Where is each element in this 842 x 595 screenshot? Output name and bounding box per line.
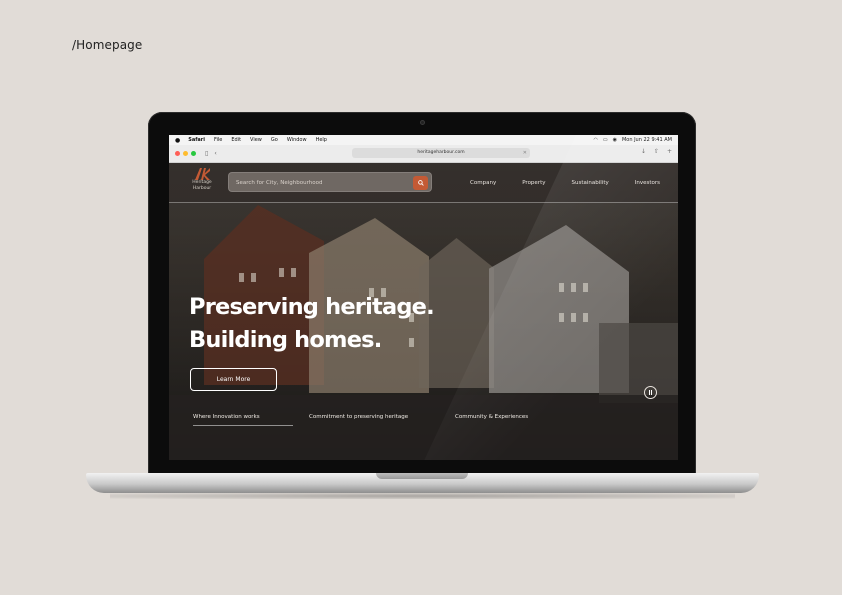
wifi-icon[interactable]: ◠ (593, 137, 597, 143)
nav-sustainability[interactable]: Sustainability (571, 180, 608, 186)
menu-help[interactable]: Help (316, 137, 327, 143)
laptop-screen: ● Safari File Edit View Go Window Help ◠… (169, 135, 678, 460)
hero-ship (599, 323, 678, 403)
menu-file[interactable]: File (214, 137, 222, 143)
search-button[interactable] (413, 176, 428, 190)
user-icon[interactable]: ◉ (613, 137, 617, 143)
laptop-shadow (110, 493, 735, 499)
logo-mark-icon (195, 168, 210, 180)
website: Heritage Harbour Company Property S (169, 163, 678, 460)
pause-icon (648, 390, 650, 395)
hero-tabs: Where Innovation works Commitment to pre… (169, 414, 678, 428)
clear-url-icon[interactable]: ✕ (523, 148, 527, 158)
search-bar (228, 172, 432, 193)
zoom-window-button[interactable] (191, 151, 196, 156)
download-icon[interactable]: ↓ (641, 148, 646, 155)
menu-go[interactable]: Go (271, 137, 278, 143)
browser-toolbar: ▯ ‹ heritageharbour.com ✕ ↓ ⇧ + (169, 145, 678, 163)
new-tab-icon[interactable]: + (667, 148, 672, 155)
status-area: ◠ ▭ ◉ Mon Jun 22 9:41 AM (593, 137, 672, 143)
pause-button[interactable] (644, 386, 657, 399)
logo[interactable]: Heritage Harbour (187, 168, 217, 192)
tab-innovation[interactable]: Where Innovation works (193, 414, 260, 420)
menu-view[interactable]: View (250, 137, 262, 143)
laptop-lid: ● Safari File Edit View Go Window Help ◠… (148, 112, 696, 474)
tab-heritage[interactable]: Commitment to preserving heritage (309, 414, 408, 420)
hero-title: Preserving heritage. Building homes. (189, 291, 435, 357)
menu-bar: ● Safari File Edit View Go Window Help ◠… (169, 135, 678, 145)
hero-title-line1: Preserving heritage. (189, 294, 435, 320)
nav-links: Company Property Sustainability Investor… (444, 180, 660, 186)
camera (420, 120, 425, 125)
page-label: /Homepage (72, 38, 143, 52)
minimize-window-button[interactable] (183, 151, 188, 156)
address-text: heritageharbour.com (417, 150, 465, 155)
tab-community[interactable]: Community & Experiences (455, 414, 528, 420)
nav-company[interactable]: Company (470, 180, 496, 186)
menu-window[interactable]: Window (287, 137, 307, 143)
datetime[interactable]: Mon Jun 22 9:41 AM (622, 137, 672, 143)
search-input[interactable] (236, 173, 406, 193)
site-header: Heritage Harbour Company Property S (169, 163, 678, 203)
menu-edit[interactable]: Edit (231, 137, 241, 143)
search-icon (417, 180, 424, 186)
back-icon[interactable]: ‹ (214, 150, 216, 157)
nav-property[interactable]: Property (522, 180, 545, 186)
logo-text-line2: Harbour (192, 186, 212, 191)
sidebar-icon[interactable]: ▯ (205, 150, 208, 157)
laptop-base-notch (376, 473, 468, 479)
tab-progress-bar (193, 425, 293, 426)
share-icon[interactable]: ⇧ (654, 148, 659, 155)
laptop-base (86, 473, 759, 493)
learn-more-button[interactable]: Learn More (190, 368, 277, 391)
address-bar[interactable]: heritageharbour.com ✕ (352, 148, 530, 158)
apple-icon[interactable]: ● (175, 137, 180, 144)
hero-title-line2: Building homes. (189, 327, 382, 353)
battery-icon[interactable]: ▭ (603, 137, 608, 143)
close-window-button[interactable] (175, 151, 180, 156)
nav-investors[interactable]: Investors (635, 180, 660, 186)
menu-safari[interactable]: Safari (188, 137, 205, 143)
